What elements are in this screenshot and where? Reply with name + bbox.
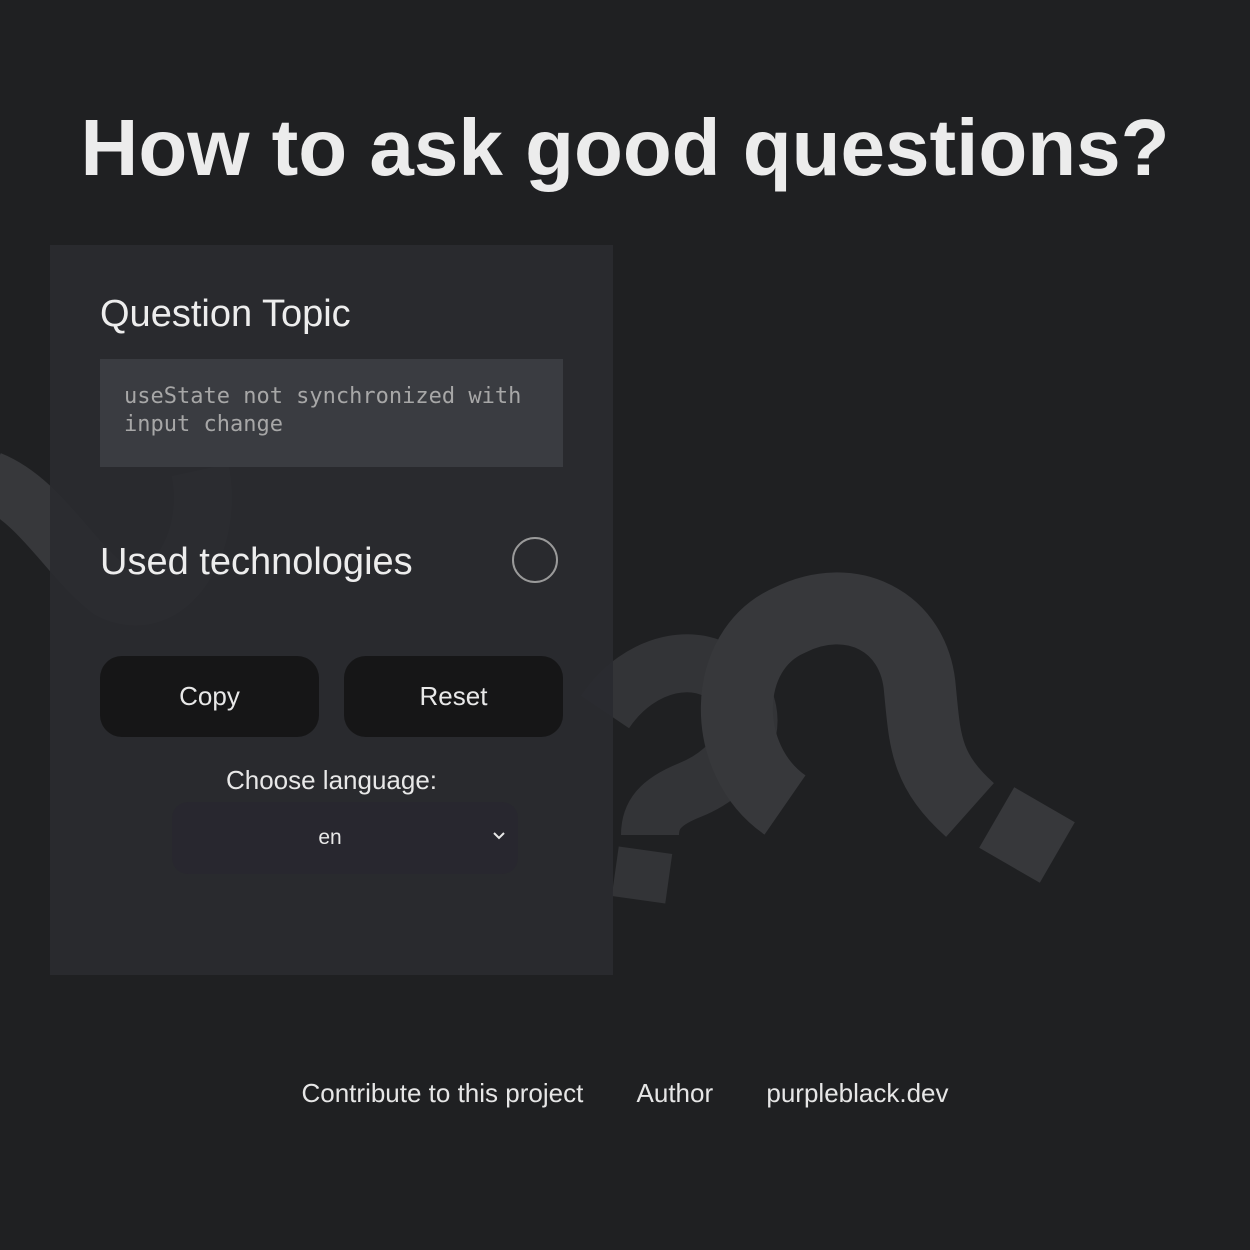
reset-button[interactable]: Reset [344,656,563,737]
used-technologies-toggle[interactable] [512,537,558,583]
used-technologies-heading: Used technologies [100,541,413,583]
footer-link-contribute[interactable]: Contribute to this project [301,1078,583,1108]
language-selected-value: en [318,826,342,849]
language-select[interactable]: en [172,802,518,874]
chevron-down-icon [493,832,505,840]
footer-link-website[interactable]: purpleblack.dev [766,1078,948,1108]
background-question-dot-small [611,846,673,904]
choose-language-label: Choose language: [225,765,438,795]
question-form-card: Question Topic useState not synchronized… [50,245,613,975]
background-question-dot-large [979,787,1075,883]
background-question-mark-large [700,572,995,837]
footer: Contribute to this project Author purple… [0,1078,1250,1109]
page-title: How to ask good questions? [80,103,1170,192]
question-topic-input[interactable]: useState not synchronized with input cha… [100,359,563,467]
question-topic-heading: Question Topic [100,293,351,335]
background-question-mark-small [580,634,778,837]
copy-button[interactable]: Copy [100,656,319,737]
footer-link-author[interactable]: Author [637,1078,714,1108]
